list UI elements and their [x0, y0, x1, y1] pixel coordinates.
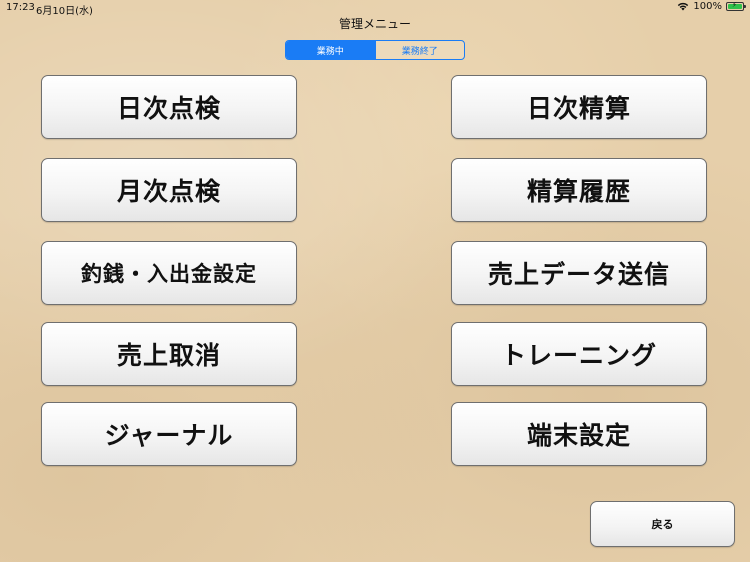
business-status-segmented-control: 業務中 業務終了 — [285, 40, 465, 60]
segment-in-business[interactable]: 業務中 — [286, 41, 375, 59]
segment-business-end[interactable]: 業務終了 — [374, 41, 465, 59]
monthly-check-button[interactable]: 月次点検 — [41, 158, 297, 222]
daily-settlement-button[interactable]: 日次精算 — [451, 75, 707, 139]
battery-level — [728, 1, 742, 9]
settlement-history-button[interactable]: 精算履歴 — [451, 158, 707, 222]
cancel-sales-button[interactable]: 売上取消 — [41, 322, 297, 386]
terminal-settings-button[interactable]: 端末設定 — [451, 402, 707, 466]
wifi-icon — [677, 2, 689, 11]
daily-check-button[interactable]: 日次点検 — [41, 75, 297, 139]
status-right: 100% — [677, 1, 746, 12]
status-time: 17:23 — [6, 2, 35, 13]
training-button[interactable]: トレーニング — [451, 322, 707, 386]
journal-button[interactable]: ジャーナル — [41, 402, 297, 466]
change-cash-settings-button[interactable]: 釣銭・入出金設定 — [41, 241, 297, 305]
battery-charging-icon — [726, 1, 746, 11]
battery-percent: 100% — [693, 1, 722, 12]
send-sales-data-button[interactable]: 売上データ送信 — [451, 241, 707, 305]
page-title: 管理メニュー — [338, 17, 411, 31]
status-bar: 17:23 6月10日(水) 100% — [0, 0, 750, 17]
back-button[interactable]: 戻る — [590, 501, 735, 547]
